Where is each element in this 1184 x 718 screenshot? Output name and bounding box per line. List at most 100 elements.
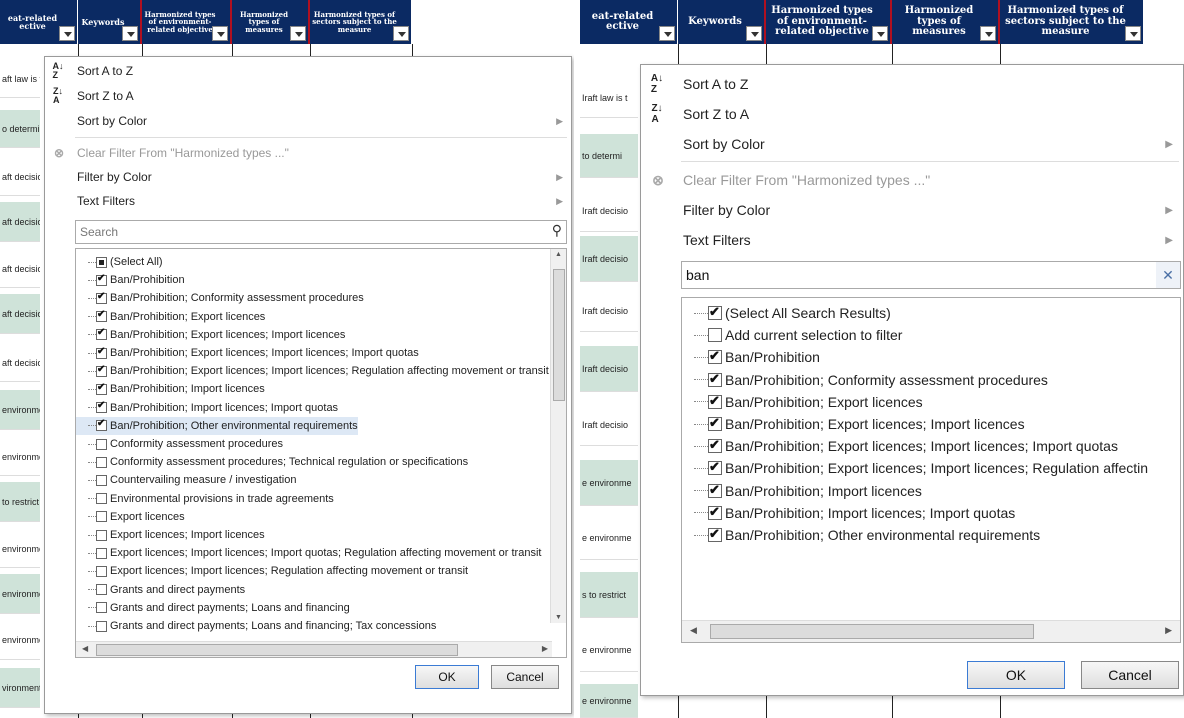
cell[interactable]: e environme bbox=[580, 684, 638, 718]
scroll-thumb[interactable] bbox=[96, 644, 458, 656]
checkbox[interactable] bbox=[96, 400, 107, 414]
list-item[interactable]: Ban/Prohibition; Conformity assessment p… bbox=[682, 369, 1048, 391]
list-item[interactable]: Ban/Prohibition; Other environmental req… bbox=[76, 416, 358, 435]
filter-dropdown-button[interactable] bbox=[659, 26, 675, 41]
filter-by-color-item[interactable]: Filter by Color ▶ bbox=[641, 195, 1183, 225]
list-item[interactable]: Add current selection to filter bbox=[682, 324, 902, 346]
cell[interactable]: aft decisio bbox=[0, 294, 40, 334]
filter-dropdown-button[interactable] bbox=[1125, 26, 1141, 41]
checkbox[interactable] bbox=[708, 504, 722, 520]
cell[interactable]: aft law is t bbox=[0, 60, 40, 98]
scroll-left-icon[interactable]: ◀ bbox=[82, 644, 88, 653]
cell[interactable]: aft decisio bbox=[0, 344, 40, 382]
list-item[interactable]: Export licences; Import licences; Import… bbox=[76, 544, 541, 562]
list-item[interactable]: Grants and direct payments; Loans and fi… bbox=[76, 599, 350, 617]
search-input[interactable]: ban bbox=[682, 267, 709, 283]
checkbox[interactable] bbox=[96, 620, 107, 632]
scroll-down-icon[interactable]: ▼ bbox=[555, 614, 562, 621]
text-filters-item[interactable]: Text Filters ▶ bbox=[641, 225, 1183, 255]
checkbox[interactable] bbox=[96, 291, 107, 304]
list-item[interactable]: Ban/Prohibition; Other environmental req… bbox=[682, 524, 1040, 546]
checkbox[interactable] bbox=[708, 415, 722, 432]
cell[interactable]: environme bbox=[0, 438, 40, 476]
sort-by-color-item[interactable]: Sort by Color ▶ bbox=[45, 109, 571, 133]
list-item[interactable]: Countervailing measure / investigation bbox=[76, 471, 297, 489]
cell[interactable]: s to restrict bbox=[580, 572, 638, 618]
cell[interactable]: Iraft law is t bbox=[580, 78, 638, 118]
list-item[interactable]: Ban/Prohibition; Import licences; Import… bbox=[682, 502, 1015, 524]
checkbox[interactable] bbox=[708, 526, 722, 543]
cancel-button[interactable]: Cancel bbox=[1081, 661, 1179, 689]
horizontal-scrollbar[interactable]: ◀ ▶ bbox=[76, 641, 552, 657]
checkbox[interactable] bbox=[708, 348, 722, 365]
ok-button[interactable]: OK bbox=[967, 661, 1065, 689]
checkbox[interactable] bbox=[96, 456, 107, 468]
scroll-thumb[interactable] bbox=[553, 269, 565, 401]
checkbox[interactable] bbox=[96, 584, 107, 596]
list-item[interactable]: Ban/Prohibition bbox=[682, 346, 820, 368]
checkbox[interactable] bbox=[96, 382, 107, 395]
list-item[interactable]: Export licences; Import licences; Regula… bbox=[76, 562, 468, 580]
filter-by-color-item[interactable]: Filter by Color ▶ bbox=[45, 165, 571, 189]
close-icon[interactable]: ✕ bbox=[1156, 262, 1180, 288]
checkbox[interactable] bbox=[96, 438, 107, 450]
clear-filter-item[interactable]: ⊗ Clear Filter From "Harmonized types ..… bbox=[641, 165, 1183, 195]
sort-z-to-a-item[interactable]: Z↓ A Sort Z to A bbox=[641, 99, 1183, 129]
checkbox[interactable] bbox=[96, 273, 107, 286]
list-item[interactable]: Ban/Prohibition; Export licences; Import… bbox=[76, 326, 345, 344]
cell[interactable]: Iraft decisio bbox=[580, 236, 638, 282]
cell[interactable]: e environme bbox=[580, 460, 638, 506]
list-item[interactable]: (Select All Search Results) bbox=[682, 302, 891, 324]
filter-dropdown-button[interactable] bbox=[122, 26, 138, 41]
list-item[interactable]: Ban/Prohibition; Export licences bbox=[682, 391, 923, 413]
checkbox[interactable] bbox=[96, 493, 107, 505]
checkbox[interactable] bbox=[96, 602, 107, 614]
list-item[interactable]: Ban/Prohibition; Export licences; Import… bbox=[682, 435, 1118, 457]
sort-z-to-a-item[interactable]: Z↓ A Sort Z to A bbox=[45, 84, 571, 108]
filter-dropdown-button[interactable] bbox=[746, 26, 762, 41]
filter-dropdown-button[interactable] bbox=[872, 26, 888, 41]
filter-dropdown-button[interactable] bbox=[980, 26, 996, 41]
scroll-thumb[interactable] bbox=[710, 624, 1034, 639]
filter-dropdown-button[interactable] bbox=[212, 26, 228, 41]
list-item[interactable]: Ban/Prohibition; Export licences; Import… bbox=[682, 457, 1148, 479]
list-item[interactable]: (Select All) bbox=[76, 253, 163, 271]
checkbox[interactable] bbox=[708, 393, 722, 409]
cell[interactable]: o determi bbox=[0, 110, 40, 148]
search-box[interactable]: ban ✕ bbox=[681, 261, 1181, 289]
ok-button[interactable]: OK bbox=[415, 665, 479, 689]
list-item[interactable]: Export licences; Import licences bbox=[76, 526, 265, 544]
list-item[interactable]: Export licences bbox=[76, 508, 185, 526]
scroll-up-icon[interactable]: ▲ bbox=[555, 251, 562, 258]
cell[interactable]: aft decisio bbox=[0, 202, 40, 242]
filter-dropdown-button[interactable] bbox=[393, 26, 409, 41]
sort-by-color-item[interactable]: Sort by Color ▶ bbox=[641, 129, 1183, 159]
list-item[interactable]: Conformity assessment procedures; Techni… bbox=[76, 453, 468, 471]
scroll-right-icon[interactable]: ▶ bbox=[1165, 625, 1172, 636]
cell[interactable]: vironment bbox=[0, 668, 40, 708]
scroll-left-icon[interactable]: ◀ bbox=[690, 625, 697, 636]
checkbox[interactable] bbox=[96, 418, 107, 432]
checkbox[interactable] bbox=[708, 371, 722, 387]
list-item[interactable]: Ban/Prohibition; Conformity assessment p… bbox=[76, 289, 364, 307]
checkbox[interactable] bbox=[708, 328, 722, 343]
cell[interactable]: Iraft decisio bbox=[580, 346, 638, 392]
checkbox[interactable] bbox=[96, 547, 107, 559]
filter-dropdown-button[interactable] bbox=[290, 26, 306, 41]
cell[interactable]: environme bbox=[0, 530, 40, 568]
checkbox[interactable] bbox=[96, 346, 107, 359]
list-item[interactable]: Ban/Prohibition; Export licences bbox=[76, 308, 265, 326]
list-item[interactable]: Ban/Prohibition; Import licences bbox=[76, 380, 265, 398]
list-item[interactable]: Grants and direct payments bbox=[76, 581, 245, 599]
checkbox[interactable] bbox=[96, 327, 107, 341]
cell[interactable]: aft decisio bbox=[0, 158, 40, 196]
checkbox[interactable] bbox=[96, 511, 107, 523]
search-input[interactable]: Search bbox=[76, 225, 118, 239]
clear-filter-item[interactable]: ⊗ Clear Filter From "Harmonized types ..… bbox=[45, 141, 571, 165]
list-item[interactable]: Environmental provisions in trade agreem… bbox=[76, 490, 334, 508]
text-filters-item[interactable]: Text Filters ▶ bbox=[45, 189, 571, 213]
checkbox[interactable] bbox=[96, 474, 107, 486]
cell[interactable]: Iraft decisio bbox=[580, 190, 638, 232]
filter-dropdown-button[interactable] bbox=[59, 26, 75, 41]
cell[interactable]: e environme bbox=[580, 628, 638, 672]
